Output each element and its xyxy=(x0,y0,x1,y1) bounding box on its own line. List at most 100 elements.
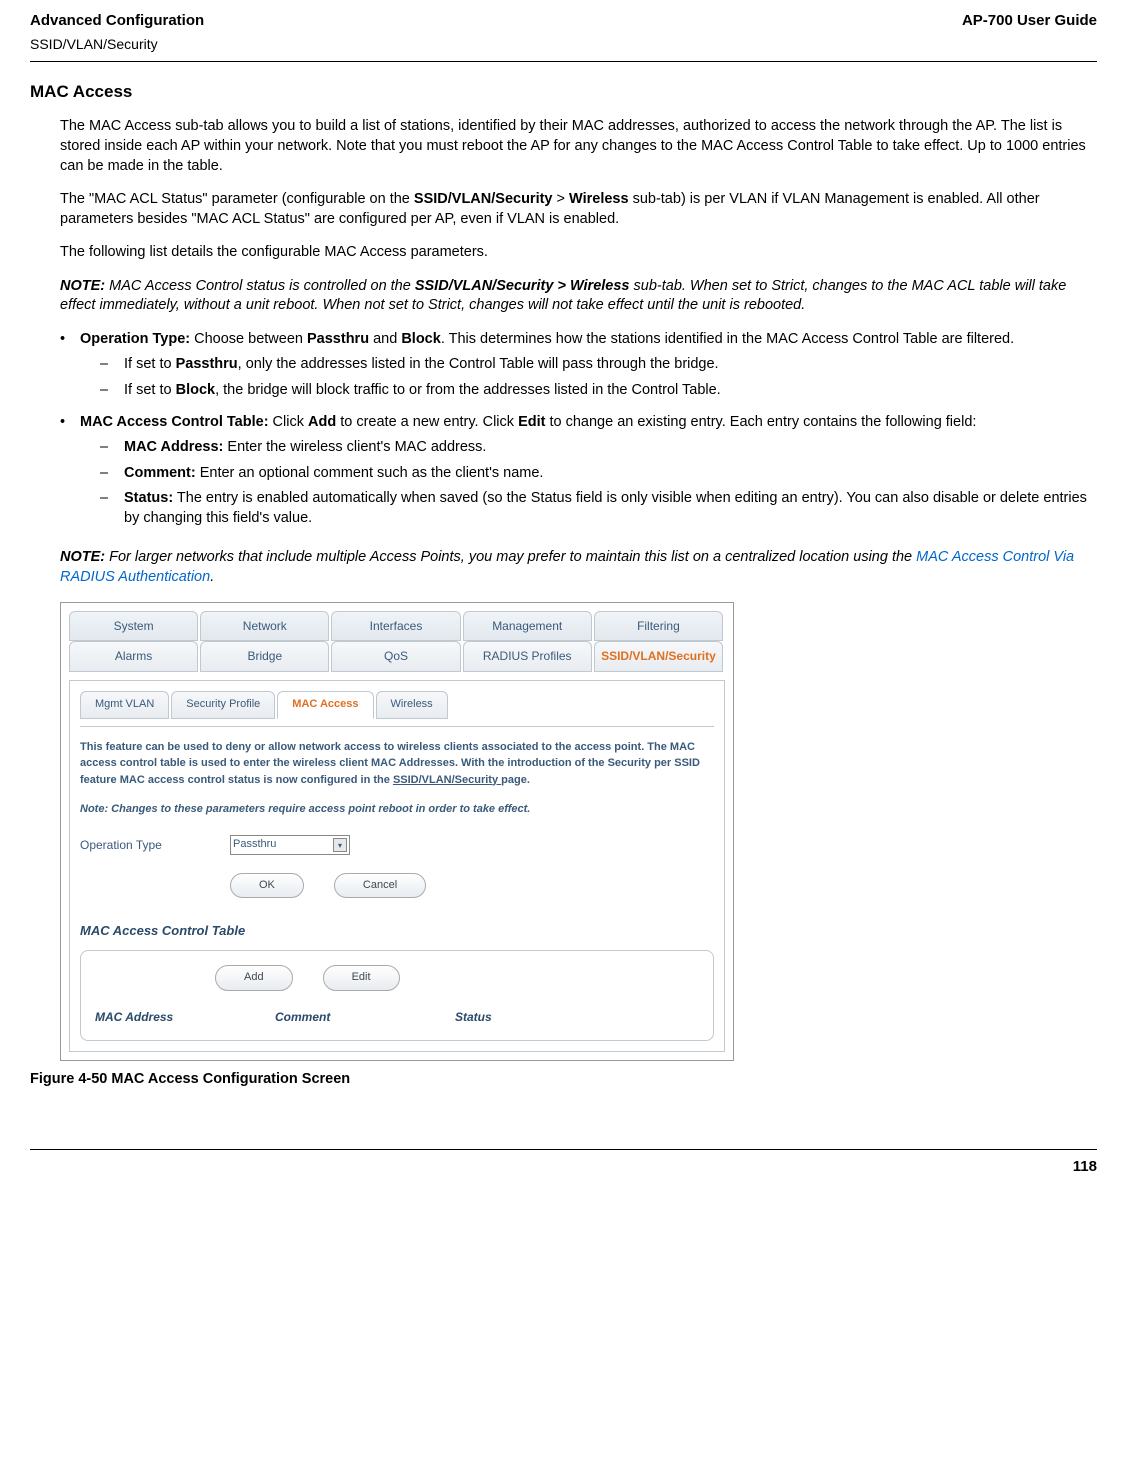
bul1-a: Choose between xyxy=(190,331,307,347)
section-title: MAC Access xyxy=(30,80,1097,104)
page-number: 118 xyxy=(30,1156,1097,1177)
tab-interfaces[interactable]: Interfaces xyxy=(331,611,460,642)
note2-a: For larger networks that include multipl… xyxy=(105,549,916,565)
sub-comment-label: Comment: xyxy=(124,465,196,481)
add-button[interactable]: Add xyxy=(215,965,293,990)
bottom-rule xyxy=(30,1149,1097,1150)
sub-bullet-1: – If set to Passthru, only the addresses… xyxy=(100,355,1097,375)
header-subtitle: SSID/VLAN/Security xyxy=(30,35,1097,55)
subtab-wireless[interactable]: Wireless xyxy=(376,691,448,718)
bul2-b: to create a new entry. Click xyxy=(336,414,518,430)
chevron-down-icon[interactable]: ▾ xyxy=(333,838,347,852)
bullet-list: • Operation Type: Choose between Passthr… xyxy=(60,330,1097,535)
sub1-c: , only the addresses listed in the Contr… xyxy=(238,356,719,372)
subtab-mgmt-vlan[interactable]: Mgmt VLAN xyxy=(80,691,169,718)
dash-mark: – xyxy=(100,355,124,375)
operation-type-row: Operation Type Passthru ▾ xyxy=(80,835,714,854)
subtab-row: Mgmt VLAN Security Profile MAC Access Wi… xyxy=(80,691,714,718)
tab-qos[interactable]: QoS xyxy=(331,641,460,672)
bul1-d: . This determines how the stations ident… xyxy=(441,331,1014,347)
th-comment: Comment xyxy=(275,1009,455,1026)
sub-mac-label: MAC Address: xyxy=(124,439,223,455)
sub-bullet-status: – Status: The entry is enabled automatic… xyxy=(100,489,1097,528)
top-rule xyxy=(30,61,1097,62)
paragraph-2: The "MAC ACL Status" parameter (configur… xyxy=(60,190,1097,229)
tab-alarms[interactable]: Alarms xyxy=(69,641,198,672)
p2-text-a: The "MAC ACL Status" parameter (configur… xyxy=(60,191,414,207)
panel-description: This feature can be used to deny or allo… xyxy=(80,739,714,789)
table-frame: Add Edit MAC Address Comment Status xyxy=(80,950,714,1040)
p2-gt: > xyxy=(553,191,570,207)
page-header: Advanced Configuration AP-700 User Guide xyxy=(30,10,1097,31)
bullet-1: • Operation Type: Choose between Passthr… xyxy=(60,330,1097,407)
tab-ssid-vlan-security[interactable]: SSID/VLAN/Security xyxy=(594,641,723,672)
operation-type-label: Operation Type xyxy=(80,837,230,854)
th-status: Status xyxy=(455,1009,575,1026)
sub-status-label: Status: xyxy=(124,490,173,506)
tab-filtering[interactable]: Filtering xyxy=(594,611,723,642)
table-headers: MAC Address Comment Status xyxy=(95,1009,699,1026)
operation-type-value: Passthru xyxy=(233,837,276,852)
edit-button[interactable]: Edit xyxy=(323,965,400,990)
bul1-and: and xyxy=(369,331,401,347)
dash-mark: – xyxy=(100,489,124,528)
note2-label: NOTE: xyxy=(60,549,105,565)
config-screenshot: System Network Interfaces Management Fil… xyxy=(60,602,734,1061)
ok-cancel-row: OK Cancel xyxy=(230,873,714,898)
paragraph-3: The following list details the configura… xyxy=(60,243,1097,263)
ok-button[interactable]: OK xyxy=(230,873,304,898)
header-left-title: Advanced Configuration xyxy=(30,10,204,31)
sub2-a: If set to xyxy=(124,382,176,398)
p2-bold-b: SSID/VLAN/Security xyxy=(414,191,553,207)
desc-a: This feature can be used to deny or allo… xyxy=(80,741,700,786)
bul2-a: Click xyxy=(269,414,308,430)
sub-bullet-mac: – MAC Address: Enter the wireless client… xyxy=(100,438,1097,458)
subtab-mac-access[interactable]: MAC Access xyxy=(277,691,373,718)
note1-a: MAC Access Control status is controlled … xyxy=(105,278,415,294)
sub-mac-a: Enter the wireless client's MAC address. xyxy=(223,439,486,455)
note1-b: SSID/VLAN/Security > Wireless xyxy=(415,278,630,294)
th-mac-address: MAC Address xyxy=(95,1009,275,1026)
inner-panel: Mgmt VLAN Security Profile MAC Access Wi… xyxy=(69,680,725,1051)
sub1-b: Passthru xyxy=(176,356,238,372)
p2-bold-c: Wireless xyxy=(569,191,629,207)
subtab-security-profile[interactable]: Security Profile xyxy=(171,691,275,718)
top-tab-row-1: System Network Interfaces Management Fil… xyxy=(69,611,725,642)
figure-caption: Figure 4-50 MAC Access Configuration Scr… xyxy=(30,1069,1097,1089)
desc-link[interactable]: SSID/VLAN/Security xyxy=(393,774,501,786)
sub-status-a: The entry is enabled automatically when … xyxy=(124,490,1087,526)
desc-b: page. xyxy=(501,774,530,786)
dash-mark: – xyxy=(100,464,124,484)
table-title: MAC Access Control Table xyxy=(80,922,714,940)
note2-b: . xyxy=(210,569,214,585)
bul2-c: to change an existing entry. Each entry … xyxy=(545,414,976,430)
table-button-row: Add Edit xyxy=(215,965,699,990)
tab-radius-profiles[interactable]: RADIUS Profiles xyxy=(463,641,592,672)
bul1-label: Operation Type: xyxy=(80,331,190,347)
tab-system[interactable]: System xyxy=(69,611,198,642)
sub-bullet-comment: – Comment: Enter an optional comment suc… xyxy=(100,464,1097,484)
bul1-c: Block xyxy=(401,331,441,347)
top-tab-row-2: Alarms Bridge QoS RADIUS Profiles SSID/V… xyxy=(69,641,725,672)
operation-type-select[interactable]: Passthru ▾ xyxy=(230,835,350,854)
sub2-b: Block xyxy=(176,382,216,398)
header-right-title: AP-700 User Guide xyxy=(962,10,1097,31)
sub-comment-a: Enter an optional comment such as the cl… xyxy=(196,465,544,481)
panel-note: Note: Changes to these parameters requir… xyxy=(80,802,714,817)
sub2-c: , the bridge will block traffic to or fr… xyxy=(215,382,721,398)
subtab-rule xyxy=(80,726,714,727)
bul2-label: MAC Access Control Table: xyxy=(80,414,269,430)
sub1-a: If set to xyxy=(124,356,176,372)
bullet-mark: • xyxy=(60,413,80,535)
tab-network[interactable]: Network xyxy=(200,611,329,642)
bullet-2: • MAC Access Control Table: Click Add to… xyxy=(60,413,1097,535)
sub-bullet-2: – If set to Block, the bridge will block… xyxy=(100,381,1097,401)
dash-mark: – xyxy=(100,381,124,401)
note-2: NOTE: For larger networks that include m… xyxy=(60,548,1097,587)
dash-mark: – xyxy=(100,438,124,458)
note1-label: NOTE: xyxy=(60,278,105,294)
tab-bridge[interactable]: Bridge xyxy=(200,641,329,672)
cancel-button[interactable]: Cancel xyxy=(334,873,426,898)
paragraph-1: The MAC Access sub-tab allows you to bui… xyxy=(60,117,1097,176)
tab-management[interactable]: Management xyxy=(463,611,592,642)
